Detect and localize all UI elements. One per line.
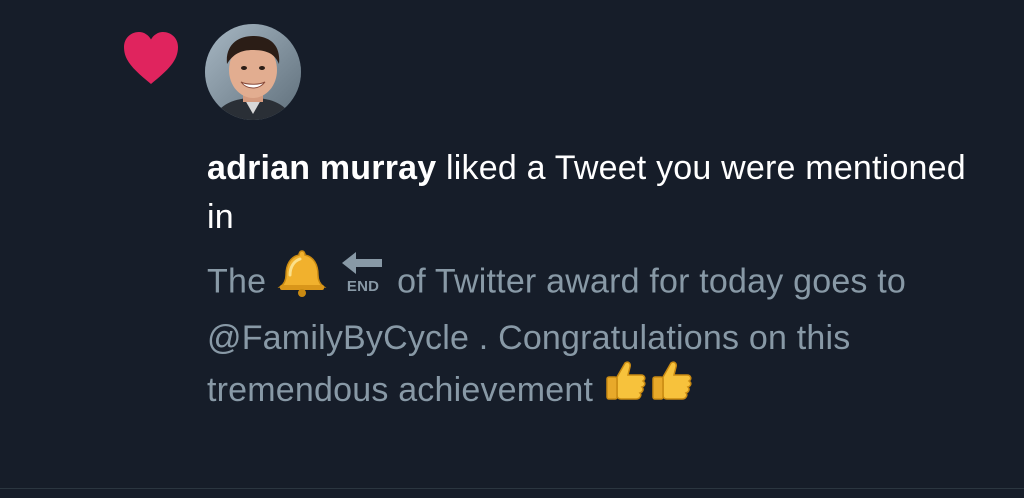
svg-text:END: END <box>346 278 378 295</box>
bell-emoji-icon <box>276 247 328 312</box>
tweet-text-part: of Twitter award for today goes to <box>387 262 907 301</box>
mention-link[interactable]: @FamilyByCycle <box>207 319 469 357</box>
notification-headline: adrian murray liked a Tweet you were men… <box>207 144 987 242</box>
thumbs-up-emoji-icon <box>603 359 649 418</box>
avatar[interactable] <box>205 24 301 120</box>
user-name[interactable]: adrian murray <box>207 149 436 187</box>
tweet-text[interactable]: The END of Twitter award for today goes … <box>207 250 987 418</box>
screen: adrian murray liked a Tweet you were men… <box>0 0 1024 498</box>
thumbs-up-emoji-icon <box>649 359 695 418</box>
avatar-photo <box>205 24 301 120</box>
divider <box>0 488 1024 489</box>
end-arrow-emoji-icon: END <box>338 249 388 310</box>
heart-icon <box>122 30 180 86</box>
like-notification[interactable]: adrian murray liked a Tweet you were men… <box>0 0 1024 488</box>
tweet-text-part: The <box>207 262 276 301</box>
